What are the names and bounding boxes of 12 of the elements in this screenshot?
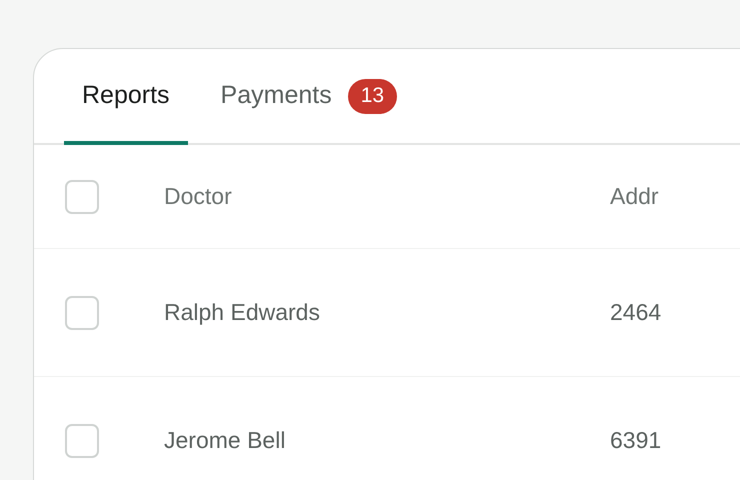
table-cell-text: 6391: [610, 426, 662, 456]
table-cell-text: Jerome Bell: [164, 426, 286, 456]
tab[interactable]: Payments 13: [202, 51, 416, 145]
checkbox[interactable]: [65, 180, 99, 214]
tab[interactable]: Reports: [64, 51, 188, 145]
column-header: Addr: [610, 182, 659, 212]
count-badge: 13: [348, 78, 398, 114]
column-header: Doctor: [164, 182, 233, 212]
table-cell-text: 2464: [610, 298, 662, 328]
checkbox[interactable]: [65, 424, 99, 458]
table-cell-text: Ralph Edwards: [164, 298, 321, 328]
checkbox[interactable]: [65, 296, 99, 330]
